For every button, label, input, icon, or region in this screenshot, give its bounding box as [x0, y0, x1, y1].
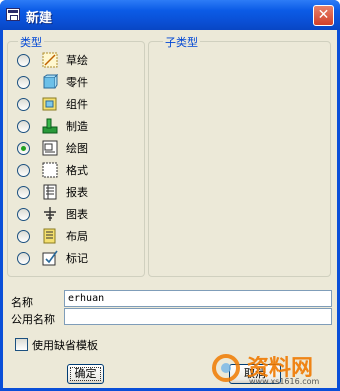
type-option-label[interactable]: 格式 — [66, 162, 88, 178]
manufacturing-icon — [42, 118, 58, 134]
layout-icon — [43, 228, 56, 244]
type-radio-5[interactable] — [17, 141, 30, 155]
type-option-10[interactable]: 标记 — [17, 248, 137, 268]
subtype-group: 子类型 — [148, 34, 331, 277]
ok-button[interactable]: 确定 — [67, 364, 104, 384]
type-radio-2[interactable] — [17, 75, 30, 89]
type-option-label[interactable]: 报表 — [66, 184, 88, 200]
type-option-6[interactable]: 格式 — [17, 160, 137, 180]
assembly-icon — [42, 97, 57, 111]
format-icon — [42, 162, 58, 178]
type-radio-10[interactable] — [17, 251, 30, 265]
markup-icon — [42, 250, 58, 266]
type-radio-4[interactable] — [17, 119, 30, 133]
sketch-icon — [42, 52, 58, 68]
type-radio-3[interactable] — [17, 97, 30, 111]
drawing-icon — [42, 140, 58, 156]
window-app-icon — [6, 8, 20, 21]
type-radio-8[interactable] — [17, 207, 30, 221]
close-button[interactable]: ✕ — [313, 5, 334, 26]
type-option-label[interactable]: 绘图 — [66, 140, 88, 156]
type-radio-1[interactable] — [17, 53, 30, 67]
type-option-9[interactable]: 布局 — [17, 226, 137, 246]
type-option-label[interactable]: 零件 — [66, 74, 88, 90]
type-option-label[interactable]: 布局 — [66, 228, 88, 244]
dialog-body: 类型 草绘零件组件制造绘图格式报表图表布局标记 子类型 名称 erhuan 公用… — [3, 30, 337, 388]
type-option-7[interactable]: 报表 — [17, 182, 137, 202]
report-icon — [43, 184, 57, 200]
use-default-template-checkbox[interactable] — [15, 338, 28, 351]
part-icon — [43, 74, 58, 89]
type-option-8[interactable]: 图表 — [17, 204, 137, 224]
window-title: 新建 — [26, 11, 53, 26]
type-option-label[interactable]: 组件 — [66, 96, 88, 112]
type-option-3[interactable]: 组件 — [17, 94, 137, 114]
type-option-label[interactable]: 图表 — [66, 206, 88, 222]
use-default-template-label[interactable]: 使用缺省模板 — [32, 337, 98, 353]
watermark: 资料网 www.xs1616.com — [209, 350, 339, 386]
type-group-legend: 类型 — [18, 34, 44, 50]
type-option-label[interactable]: 草绘 — [66, 52, 88, 68]
type-option-1[interactable]: 草绘 — [17, 50, 137, 70]
common-name-input[interactable] — [64, 308, 332, 325]
common-name-label: 公用名称 — [11, 313, 55, 326]
type-radio-7[interactable] — [17, 185, 30, 199]
type-radio-6[interactable] — [17, 163, 30, 177]
type-option-2[interactable]: 零件 — [17, 72, 137, 92]
watermark-logo-icon — [212, 354, 240, 382]
diagram-icon — [44, 207, 56, 221]
name-label: 名称 — [11, 296, 33, 309]
name-input[interactable]: erhuan — [64, 290, 332, 307]
subtype-group-legend: 子类型 — [163, 34, 200, 50]
type-option-label[interactable]: 标记 — [66, 250, 88, 266]
type-option-4[interactable]: 制造 — [17, 116, 137, 136]
type-radio-9[interactable] — [17, 229, 30, 243]
watermark-url: www.xs1616.com — [249, 377, 320, 386]
dialog-window: 新建 ✕ 类型 草绘零件组件制造绘图格式报表图表布局标记 子类型 名称 erhu… — [0, 0, 340, 391]
type-option-label[interactable]: 制造 — [66, 118, 88, 134]
title-bar[interactable]: 新建 ✕ — [0, 0, 340, 30]
type-group: 类型 草绘零件组件制造绘图格式报表图表布局标记 — [7, 34, 145, 277]
type-option-5[interactable]: 绘图 — [17, 138, 137, 158]
